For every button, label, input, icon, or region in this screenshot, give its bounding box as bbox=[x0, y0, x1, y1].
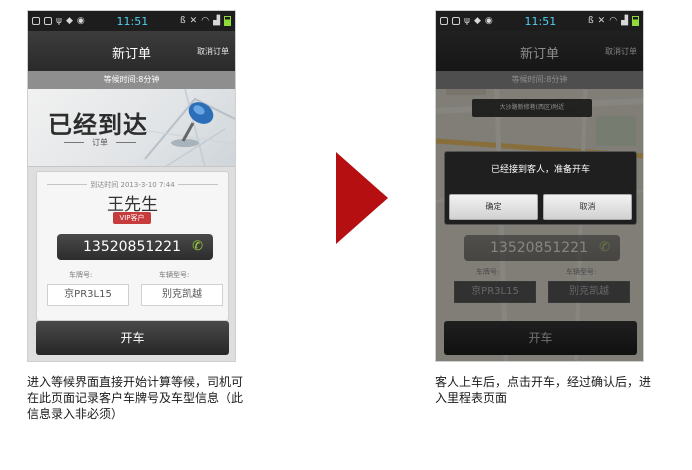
wait-time-bar: 等候时间:8分钟 bbox=[28, 71, 235, 89]
plate-input[interactable]: 京PR3L15 bbox=[47, 284, 129, 306]
dialog-cancel-button[interactable]: 取消 bbox=[543, 194, 632, 220]
usb-icon: ψ bbox=[56, 15, 62, 26]
app-icon: ◆ bbox=[65, 15, 73, 26]
mute-icon: ✕ bbox=[189, 15, 198, 26]
signal-icon: ▟ bbox=[213, 15, 220, 26]
call-customer-button[interactable]: 13520851221 ✆ bbox=[57, 234, 213, 260]
caption-left: 进入等候界面直接开始计算等候，司机可在此页面记录客户车牌号及车型信息（此信息录入… bbox=[27, 375, 244, 421]
wifi-icon: ◠ bbox=[609, 15, 618, 26]
phone-icon: ✆ bbox=[192, 239, 203, 254]
app-icon: ◆ bbox=[473, 15, 481, 26]
battery-icon bbox=[632, 16, 639, 26]
shield-icon: ◉ bbox=[76, 15, 85, 26]
status-bar: ψ ◆ ◉ 11:51 ß ✕ ◠ ▟ bbox=[28, 11, 235, 31]
battery-icon bbox=[224, 16, 231, 26]
notification-icon bbox=[44, 17, 52, 25]
shield-icon: ◉ bbox=[484, 15, 493, 26]
mute-icon: ✕ bbox=[597, 15, 606, 26]
notification-icon bbox=[32, 17, 40, 25]
customer-card: 到达时间 2013-3-10 7:44 王先生 VIP客户 1352085122… bbox=[36, 171, 229, 321]
arrived-banner: 已经到达 订单 bbox=[28, 89, 235, 167]
phone-screen-waiting: ψ ◆ ◉ 11:51 ß ✕ ◠ ▟ 新订单 取消订单 等候时间:8分钟 已经… bbox=[27, 10, 236, 362]
order-subheading: 订单 bbox=[64, 137, 136, 148]
cancel-order-button[interactable]: 取消订单 bbox=[197, 46, 229, 57]
arrive-time: 到达时间 2013-3-10 7:44 bbox=[37, 180, 228, 190]
clock: 11:51 bbox=[524, 14, 557, 28]
notification-icon bbox=[452, 17, 460, 25]
confirm-dialog: 已经接到客人，准备开车 确定 取消 bbox=[444, 151, 637, 225]
start-drive-button[interactable]: 开车 bbox=[36, 321, 229, 355]
title-bar: 新订单 取消订单 bbox=[28, 31, 235, 71]
clock: 11:51 bbox=[116, 14, 149, 28]
wifi-icon: ◠ bbox=[201, 15, 210, 26]
phone-screen-confirm: 新订单 取消订单 大沙路新修巷(西区)附近 等候时间:8分钟 135208512… bbox=[435, 10, 644, 362]
car-model-input[interactable]: 别克凯越 bbox=[141, 284, 223, 306]
dialog-message: 已经接到客人，准备开车 bbox=[490, 165, 590, 175]
model-label: 车辆型号: bbox=[159, 271, 190, 279]
bluetooth-icon: ß bbox=[180, 15, 186, 26]
bluetooth-icon: ß bbox=[588, 15, 594, 26]
phone-number: 13520851221 bbox=[83, 239, 181, 255]
vip-badge: VIP客户 bbox=[113, 212, 151, 224]
signal-icon: ▟ bbox=[621, 15, 628, 26]
arrow-right-icon bbox=[336, 152, 388, 244]
caption-right: 客人上车后，点击开车，经过确认后，进入里程表页面 bbox=[435, 375, 652, 405]
plate-label: 车牌号: bbox=[69, 271, 93, 279]
arrived-heading: 已经到达 bbox=[48, 111, 148, 139]
location-pin-icon bbox=[171, 102, 214, 147]
usb-icon: ψ bbox=[464, 15, 470, 26]
notification-icon bbox=[440, 17, 448, 25]
status-bar: ψ ◆ ◉ 11:51 ß ✕ ◠ ▟ bbox=[436, 11, 643, 31]
confirm-button[interactable]: 确定 bbox=[449, 194, 538, 220]
